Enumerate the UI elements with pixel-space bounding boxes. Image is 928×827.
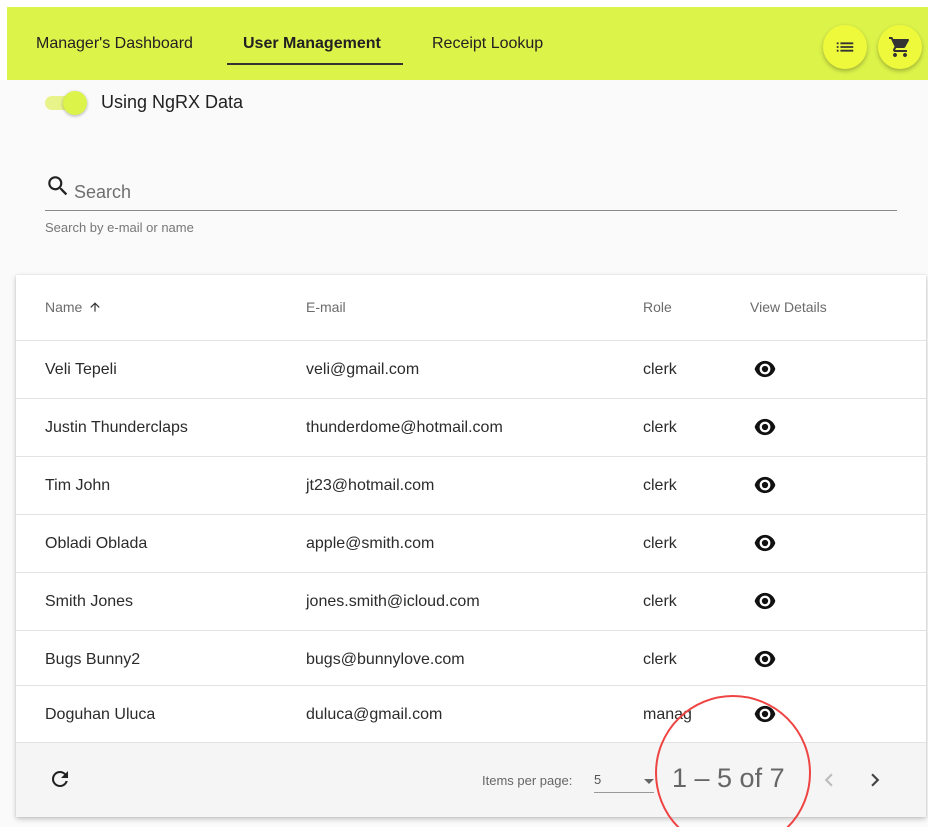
cart-button[interactable] (878, 25, 922, 69)
cell-email: duluca@gmail.com (306, 705, 443, 723)
column-header-name[interactable]: Name (45, 299, 102, 315)
cell-email: veli@gmail.com (306, 360, 420, 378)
cell-role: clerk (643, 418, 677, 436)
cell-email: thunderdome@hotmail.com (306, 418, 503, 436)
table-row[interactable]: Bugs Bunny2 bugs@bunnylove.com clerk (16, 630, 926, 688)
table-row[interactable]: Tim John jt23@hotmail.com clerk (16, 456, 926, 514)
list-button[interactable] (823, 25, 867, 69)
items-per-page-select[interactable]: 5 (594, 769, 654, 793)
visibility-icon[interactable] (754, 650, 776, 668)
visibility-icon[interactable] (754, 476, 776, 494)
cell-name: Smith Jones (45, 592, 134, 610)
column-header-view-details: View Details (750, 299, 827, 315)
column-header-role: Role (643, 299, 672, 315)
cell-role: clerk (643, 534, 677, 552)
table-row[interactable]: Obladi Oblada apple@smith.com clerk (16, 514, 926, 572)
tab-managers-dashboard[interactable]: Manager's Dashboard (36, 7, 193, 80)
items-per-page-label: Items per page: (482, 773, 573, 788)
cell-email: jones.smith@icloud.com (306, 592, 480, 610)
table-row[interactable]: Justin Thunderclaps thunderdome@hotmail.… (16, 398, 926, 456)
visibility-icon[interactable] (754, 534, 776, 552)
cell-name: Doguhan Uluca (45, 705, 156, 723)
cell-name: Tim John (45, 476, 111, 494)
cell-email: bugs@bunnylove.com (306, 650, 465, 668)
cell-email: apple@smith.com (306, 534, 435, 552)
chevron-down-icon (644, 779, 654, 784)
visibility-icon[interactable] (754, 592, 776, 610)
active-tab-indicator (227, 63, 403, 65)
table-row[interactable]: Smith Jones jones.smith@icloud.com clerk (16, 572, 926, 630)
visibility-icon[interactable] (754, 360, 776, 378)
page-range-label: 1 – 5 of 7 (672, 763, 785, 793)
cell-email: jt23@hotmail.com (306, 476, 435, 494)
search-underline (45, 210, 897, 211)
toggle-thumb[interactable] (63, 90, 87, 115)
toggle-track[interactable] (45, 90, 87, 115)
tab-receipt-lookup[interactable]: Receipt Lookup (432, 7, 543, 80)
search-hint: Search by e-mail or name (45, 220, 194, 235)
cell-role: clerk (643, 592, 677, 610)
column-header-email: E-mail (306, 299, 346, 315)
table-row[interactable]: Veli Tepeli veli@gmail.com clerk (16, 340, 926, 398)
cell-name: Justin Thunderclaps (45, 418, 188, 436)
top-toolbar: Manager's Dashboard User Management Rece… (7, 7, 928, 80)
users-table: Name E-mail Role View Details Veli Tepel… (16, 275, 926, 817)
sort-ascending-icon (90, 302, 101, 312)
shopping-cart-icon (889, 37, 910, 57)
items-per-page-value: 5 (594, 772, 602, 787)
tab-user-management[interactable]: User Management (243, 7, 381, 80)
table-row[interactable]: Doguhan Uluca duluca@gmail.com manag (16, 685, 926, 743)
ngrx-toggle[interactable]: Using NgRX Data (45, 90, 244, 115)
visibility-icon[interactable] (754, 705, 776, 723)
cell-role: manag (643, 705, 692, 723)
cell-name: Bugs Bunny2 (45, 650, 141, 668)
table-paginator: Items per page: 5 1 – 5 of 7 (16, 742, 926, 817)
cell-name: Obladi Oblada (45, 534, 148, 552)
toggle-label: Using NgRX Data (101, 92, 244, 112)
column-header-name-label: Name (45, 299, 83, 315)
search-icon (48, 176, 68, 196)
list-icon (836, 42, 854, 52)
next-page-button[interactable] (862, 767, 888, 793)
previous-page-button[interactable] (816, 767, 842, 793)
refresh-icon[interactable] (48, 767, 72, 791)
cell-name: Veli Tepeli (45, 360, 117, 378)
cell-role: clerk (643, 476, 677, 494)
visibility-icon[interactable] (754, 418, 776, 436)
search-input[interactable] (74, 178, 894, 206)
cell-role: clerk (643, 360, 677, 378)
cell-role: clerk (643, 650, 677, 668)
